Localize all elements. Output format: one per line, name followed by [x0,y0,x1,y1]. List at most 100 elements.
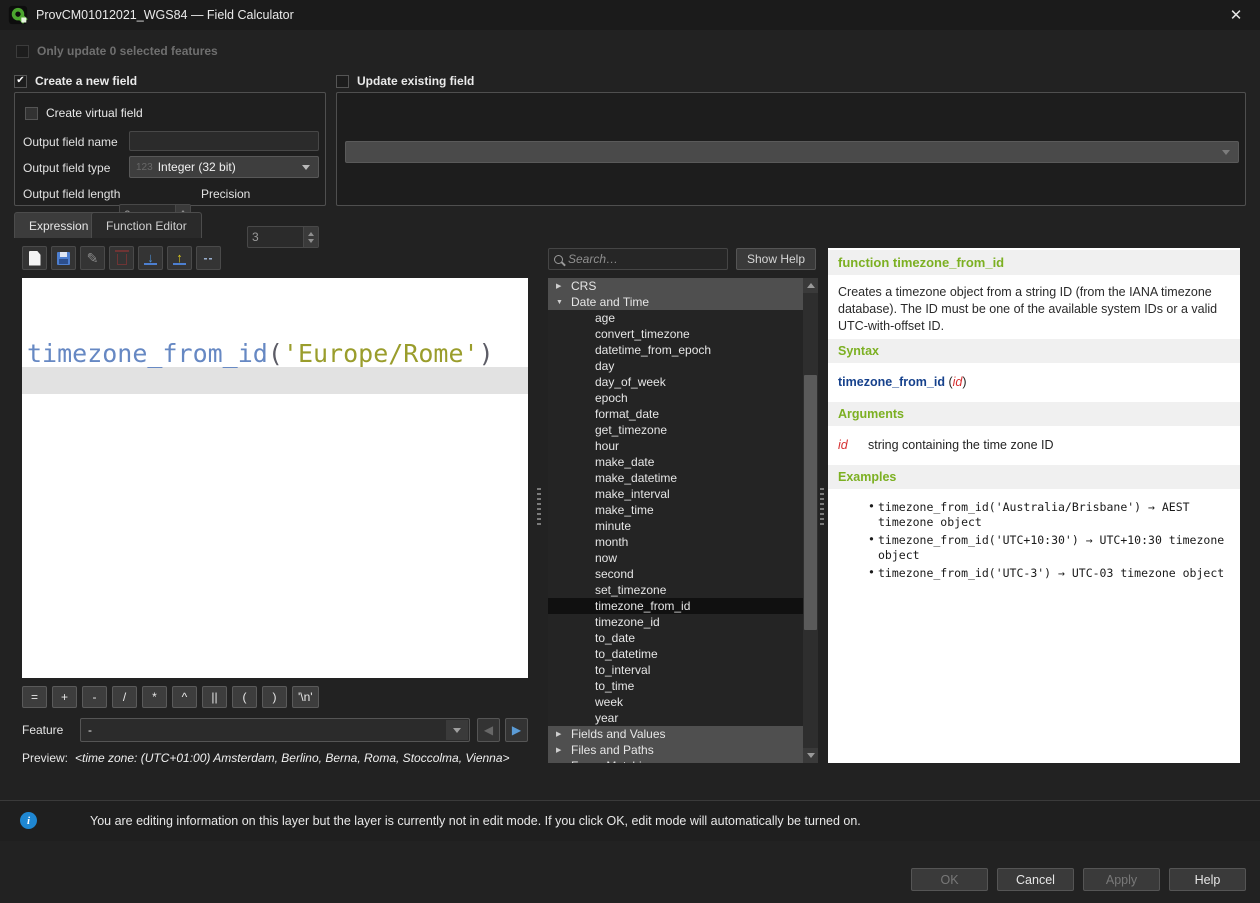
output-field-type-select[interactable]: 123 Integer (32 bit) [129,156,319,178]
operator-button[interactable]: ( [232,686,257,708]
function-tree-label: month [595,535,628,549]
new-file-icon [29,251,41,266]
function-tree-label: make_datetime [595,471,677,485]
only-update-checkbox[interactable] [16,45,29,58]
close-icon[interactable]: ✕ [1222,4,1250,26]
tab-expression[interactable]: Expression [14,212,103,238]
dialog-button[interactable]: Help [1169,868,1246,891]
operator-button[interactable]: ) [262,686,287,708]
function-tree-row[interactable]: make_time [548,502,803,518]
create-new-field-checkbox[interactable]: ✔ [14,75,27,88]
expression-editor[interactable]: timezone_from_id('Europe/Rome') [22,278,528,678]
function-tree-row[interactable]: timezone_id [548,614,803,630]
function-tree-row[interactable]: CRS [548,278,803,294]
window-title: ProvCM01012021_WGS84 — Field Calculator [36,8,294,22]
splitter-handle[interactable] [820,488,824,528]
function-search-box[interactable] [548,248,728,270]
operator-button[interactable]: ^ [172,686,197,708]
function-tree-row[interactable]: week [548,694,803,710]
help-function-title: function timezone_from_id [828,250,1240,275]
expand-arrow-icon[interactable] [556,746,564,754]
new-expression-button[interactable] [22,246,47,270]
operator-button[interactable]: / [112,686,137,708]
dialog-button[interactable]: Apply [1083,868,1160,891]
function-tree-row[interactable]: make_datetime [548,470,803,486]
search-input[interactable] [568,252,698,266]
function-tree-row[interactable]: Files and Paths [548,742,803,758]
info-icon: i [20,812,37,829]
function-tree-scrollbar[interactable] [803,278,818,763]
operator-button[interactable]: = [22,686,47,708]
expand-arrow-icon[interactable] [556,762,564,763]
scroll-up-button[interactable] [803,278,818,293]
show-help-label: Show Help [747,252,805,266]
function-tree-label: to_time [595,679,634,693]
create-virtual-field-row: Create virtual field [25,106,143,120]
scroll-down-button[interactable] [803,748,818,763]
dialog-button[interactable]: OK [911,868,988,891]
expand-arrow-icon[interactable] [556,282,564,290]
function-tree-row[interactable]: minute [548,518,803,534]
create-new-field-label: Create a new field [35,74,137,88]
show-help-button[interactable]: Show Help [736,248,816,270]
tab-function-editor[interactable]: Function Editor [91,212,202,238]
prev-arrow-icon: ◀ [484,723,493,737]
feature-label: Feature [22,723,63,737]
editor-cursor-line [22,367,528,394]
spinner-arrows-icon[interactable] [303,227,318,247]
function-tree-row[interactable]: hour [548,438,803,454]
function-tree-row[interactable]: datetime_from_epoch [548,342,803,358]
help-description: Creates a timezone object from a string … [828,275,1240,339]
feature-select[interactable]: - [80,718,470,742]
function-tree-row[interactable]: age [548,310,803,326]
syntax-argument: id [953,375,963,389]
create-virtual-field-checkbox[interactable] [25,107,38,120]
function-tree-row[interactable]: month [548,534,803,550]
new-field-groupbox: Create virtual field Output field name O… [14,92,326,206]
operator-button[interactable]: + [52,686,77,708]
feature-dropdown-button[interactable] [446,720,468,740]
function-tree-row[interactable]: day_of_week [548,374,803,390]
update-existing-field-checkbox[interactable] [336,75,349,88]
operator-button[interactable]: * [142,686,167,708]
function-tree-row[interactable]: to_interval [548,662,803,678]
next-feature-button[interactable]: ▶ [505,718,528,742]
function-tree-row[interactable]: to_date [548,630,803,646]
import-expression-button[interactable]: ↓ [138,246,163,270]
function-tree-row[interactable]: make_interval [548,486,803,502]
expand-arrow-icon[interactable] [556,730,564,738]
function-tree-row[interactable]: set_timezone [548,582,803,598]
export-expression-button[interactable]: ↑ [167,246,192,270]
function-tree-row[interactable]: year [548,710,803,726]
expand-arrow-icon[interactable] [556,299,564,306]
scrollbar-thumb[interactable] [804,375,817,630]
function-tree-label: get_timezone [595,423,667,437]
previous-feature-button: ◀ [477,718,500,742]
operator-button[interactable]: '\n' [292,686,319,708]
function-tree-row[interactable]: Date and Time [548,294,803,310]
help-example-item: timezone_from_id('Australia/Brisbane') →… [868,500,1232,530]
chevron-down-icon [302,165,310,170]
function-tree-row[interactable]: epoch [548,390,803,406]
output-field-name-input[interactable] [129,131,319,151]
precision-spinner[interactable]: 3 [247,226,319,248]
function-tree-row[interactable]: to_time [548,678,803,694]
function-tree-row[interactable]: timezone_from_id [548,598,803,614]
operator-button[interactable]: || [202,686,227,708]
function-tree-row[interactable]: to_datetime [548,646,803,662]
function-tree-row[interactable]: Fields and Values [548,726,803,742]
function-tree-row[interactable]: convert_timezone [548,326,803,342]
function-tree-row[interactable]: Fuzzy Matching [548,758,803,763]
dialog-button[interactable]: Cancel [997,868,1074,891]
save-expression-button[interactable] [51,246,76,270]
function-tree-row[interactable]: get_timezone [548,422,803,438]
splitter-handle[interactable] [537,488,541,528]
function-tree-row[interactable]: now [548,550,803,566]
function-tree-row[interactable]: second [548,566,803,582]
function-tree-row[interactable]: make_date [548,454,803,470]
operator-button[interactable]: - [82,686,107,708]
expression-separator-button[interactable]: -- [196,246,221,270]
function-tree-row[interactable]: day [548,358,803,374]
function-tree-row[interactable]: format_date [548,406,803,422]
help-syntax-heading: Syntax [828,339,1240,363]
